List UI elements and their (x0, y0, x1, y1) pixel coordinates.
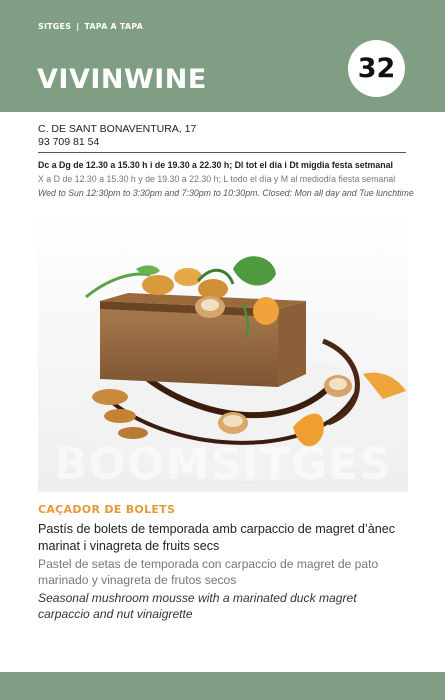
kicker-series: TAPA A TAPA (84, 22, 143, 31)
section-kicker: SITGES | TAPA A TAPA (38, 22, 143, 31)
entry-number-badge: 32 (348, 40, 405, 97)
dish-description-spanish: Pastel de setas de temporada con carpacc… (38, 557, 379, 587)
opening-hours: Dc a Dg de 12.30 a 15.30 h i de 19.30 a … (38, 158, 414, 200)
photo-watermark: BOOMSITGES (53, 439, 393, 490)
kicker-town: SITGES (38, 22, 72, 31)
dish-photo: BOOMSITGES (38, 209, 408, 492)
kicker-separator: | (76, 22, 80, 31)
hours-spanish: X a D de 12.30 a 15.30 h y de 19.30 a 22… (38, 174, 396, 184)
header-band: SITGES | TAPA A TAPA VIVINWINE 32 (0, 0, 445, 112)
dish-name: CAÇADOR DE BOLETS (38, 503, 176, 516)
dish-description-english: Seasonal mushroom mousse with a marinate… (38, 591, 357, 621)
venue-phone: 93 709 81 54 (38, 136, 100, 148)
venue-contact: C. DE SANT BONAVENTURA, 17 93 709 81 54 (38, 123, 196, 149)
venue-address: C. DE SANT BONAVENTURA, 17 (38, 123, 197, 135)
hours-catalan: Dc a Dg de 12.30 a 15.30 h i de 19.30 a … (38, 160, 393, 170)
divider (38, 152, 406, 153)
dish-description-catalan: Pastís de bolets de temporada amb carpac… (38, 522, 396, 553)
venue-title: VIVINWINE (37, 64, 207, 95)
footer-band (0, 672, 445, 700)
hours-english: Wed to Sun 12:30pm to 3:30pm and 7:30pm … (38, 188, 414, 198)
